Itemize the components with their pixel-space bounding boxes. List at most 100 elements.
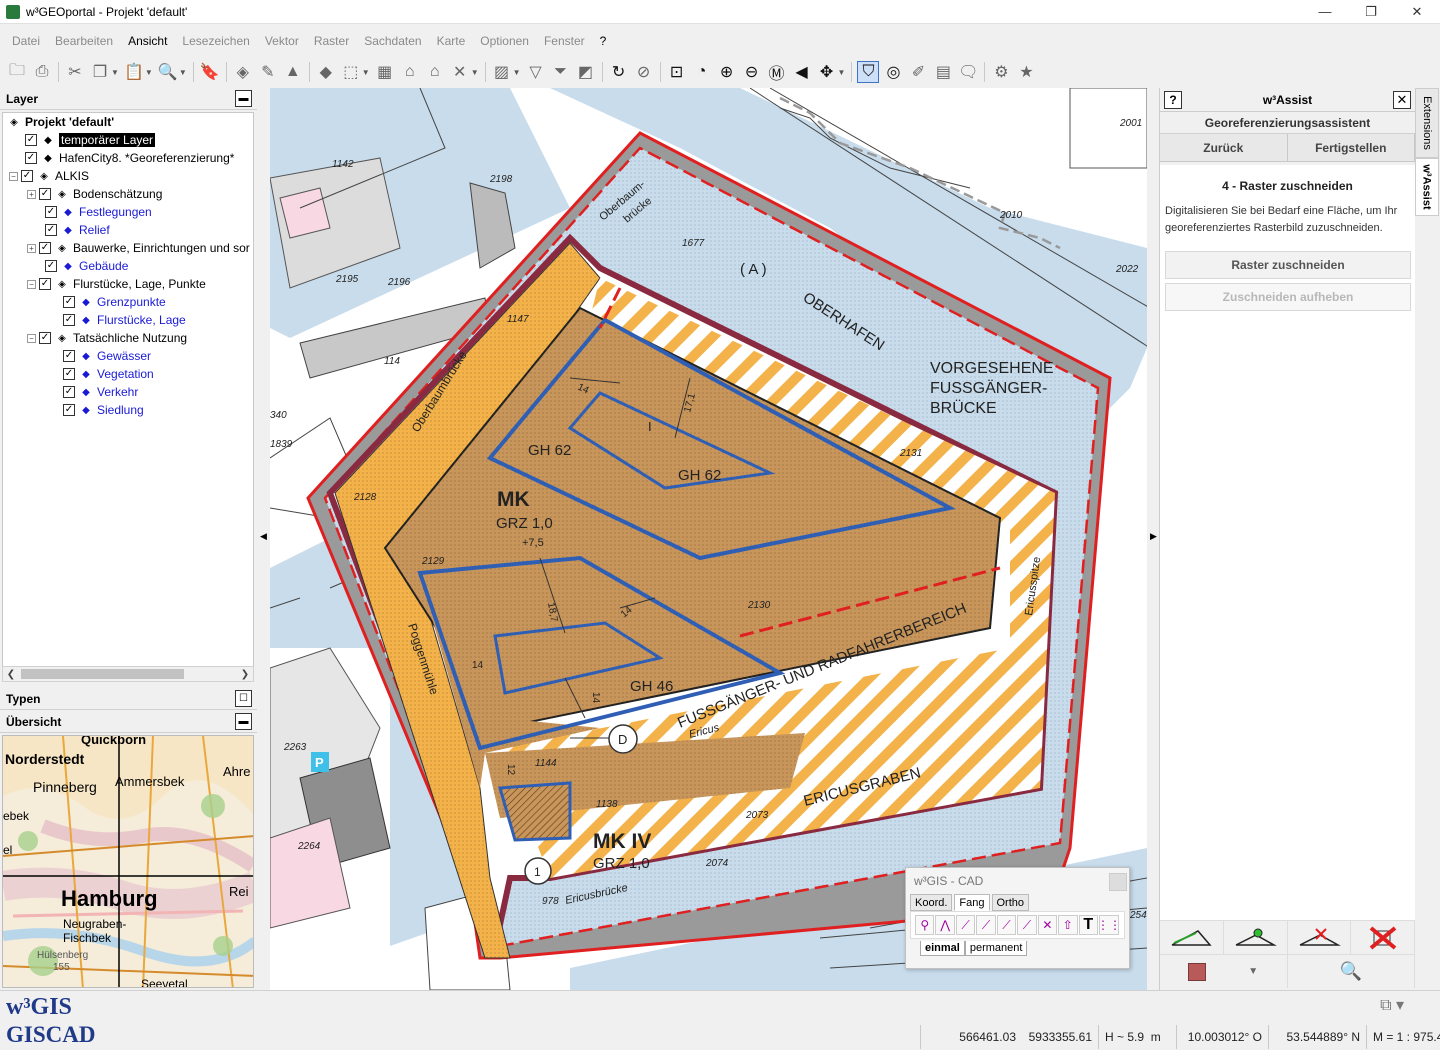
tree-row-grenzpunkte[interactable]: ✓ ◆ Grenzpunkte — [3, 293, 253, 311]
refresh-icon[interactable]: ↻ — [608, 61, 630, 83]
cad-tab-fang[interactable]: Fang — [954, 894, 990, 911]
close-button[interactable]: ✕ — [1394, 0, 1440, 24]
pen-icon[interactable]: ✎ — [257, 61, 279, 83]
cad-tab-ortho[interactable]: Ortho — [991, 894, 1030, 911]
fill-color-icon[interactable]: ▼ — [1160, 955, 1288, 988]
snap-vertex-icon[interactable]: ⋀ — [935, 915, 955, 935]
tree-row-gebaeude[interactable]: ✓ ◆ Gebäude — [3, 257, 253, 275]
edit-icon[interactable]: ✐ — [907, 61, 929, 83]
overview-map[interactable]: Quickborn Norderstedt Ammersbek Ahre Pin… — [2, 735, 254, 988]
snap-line-icon[interactable]: ⟋ — [955, 915, 976, 935]
expand-toggle[interactable]: + — [27, 189, 36, 199]
snap-point-icon[interactable]: ⚲ — [915, 915, 935, 935]
bookmark-icon[interactable]: 🔖 — [199, 61, 221, 83]
print-icon[interactable]: ⎙ — [31, 61, 53, 83]
tree-row-nutzung[interactable]: − ✓ ◈ Tatsächliche Nutzung — [3, 329, 253, 347]
snap-intersection-icon[interactable]: ✕ — [1037, 915, 1058, 935]
open-folder-icon[interactable]: 🗀 — [6, 61, 28, 83]
tree-row-bauwerke[interactable]: + ✓ ◈ Bauwerke, Einrichtungen und sor — [3, 239, 253, 257]
delete-vertex-icon[interactable] — [1288, 921, 1352, 954]
collapse-toggle[interactable]: − — [9, 171, 18, 181]
tab-extensions[interactable]: Extensions — [1415, 88, 1439, 158]
scroll-left-icon[interactable]: ❮ — [3, 669, 19, 680]
tree-row-festlegungen[interactable]: ✓ ◆ Festlegungen — [3, 203, 253, 221]
finish-button[interactable]: Fertigstellen — [1287, 134, 1415, 161]
zoom-full-icon[interactable]: ⊡ — [666, 61, 688, 83]
tree-row-flurstuecke-lage[interactable]: ✓ ◆ Flurstücke, Lage — [3, 311, 253, 329]
cad-tab-koord[interactable]: Koord. — [910, 894, 953, 911]
layer-checkbox[interactable]: ✓ — [63, 386, 75, 398]
comment-icon[interactable]: 🗨 — [957, 61, 979, 83]
point-icon[interactable]: ◆ — [315, 61, 337, 83]
cad-mode-permanent[interactable]: permanent — [964, 941, 1028, 956]
target-icon[interactable]: ◎ — [882, 61, 904, 83]
tree-row-temp-layer[interactable]: ✓ ◆ temporärer Layer — [3, 131, 253, 149]
undo-crop-button[interactable]: Zuschneiden aufheben — [1165, 283, 1411, 311]
paste-icon[interactable]: 📋 — [123, 61, 145, 83]
cut-icon[interactable]: ✂ — [64, 61, 86, 83]
snap-text-icon[interactable]: T — [1078, 915, 1098, 935]
settings-icon[interactable]: ⚙ — [990, 61, 1012, 83]
delete-select-icon[interactable]: ✕ — [449, 61, 471, 83]
hatch-icon[interactable]: ▨ — [491, 61, 513, 83]
tree-row-bodenschaetzung[interactable]: + ✓ ◈ Bodenschätzung — [3, 185, 253, 203]
collapse-toggle[interactable]: − — [27, 333, 36, 343]
snap-mid-icon[interactable]: ⟋ — [976, 915, 996, 935]
layer-checkbox[interactable]: ✓ — [39, 332, 51, 344]
menu-raster[interactable]: Raster — [306, 34, 356, 48]
chevron-down-icon[interactable]: ▼ — [1248, 966, 1258, 977]
tab-assist[interactable]: w³Assist — [1415, 158, 1439, 216]
left-splitter[interactable]: ◀ — [257, 88, 270, 990]
select-area-icon[interactable]: ⬚ — [340, 61, 362, 83]
edit-raster-icon[interactable]: ◩ — [575, 61, 597, 83]
cad-mode-einmal[interactable]: einmal — [920, 941, 965, 956]
layer-view-icon[interactable]: ◈ — [232, 61, 254, 83]
terrain-icon[interactable]: ▲ — [282, 61, 304, 83]
tree-row-vegetation[interactable]: ✓ ◆ Vegetation — [3, 365, 253, 383]
layer-checkbox[interactable]: ✓ — [63, 368, 75, 380]
window-layout-icon[interactable]: ⧉ ▾ — [1380, 995, 1404, 1015]
tree-row-project[interactable]: ◈ Projekt 'default' — [3, 113, 253, 131]
filter-icon[interactable]: ▽ — [525, 61, 547, 83]
right-splitter[interactable]: ▶ — [1147, 88, 1159, 990]
menu-optionen[interactable]: Optionen — [472, 34, 536, 48]
zoom-out-icon[interactable]: ⊖ — [741, 61, 763, 83]
table-icon[interactable]: ▤ — [932, 61, 954, 83]
scrollbar-thumb[interactable] — [21, 669, 184, 679]
snap-perp-icon[interactable]: ⟋ — [996, 915, 1017, 935]
zoom-back-icon[interactable]: ◀ — [791, 61, 813, 83]
menu-lesezeichen[interactable]: Lesezeichen — [174, 34, 256, 48]
tree-row-alkis[interactable]: − ✓ ◈ ALKIS — [3, 167, 253, 185]
layer-checkbox[interactable]: ✓ — [25, 152, 37, 164]
layer-checkbox[interactable]: ✓ — [45, 206, 57, 218]
map-canvas[interactable]: 1142 2198 2195 2196 114 340 1839 1147 21… — [270, 88, 1147, 990]
layer-checkbox[interactable]: ✓ — [63, 404, 75, 416]
delete-area-icon[interactable] — [1351, 921, 1415, 954]
building-icon[interactable]: ⌂ — [399, 61, 421, 83]
copy-icon[interactable]: ❐ — [89, 61, 111, 83]
menu-bearbeiten[interactable]: Bearbeiten — [47, 34, 120, 48]
layer-checkbox[interactable]: ✓ — [39, 242, 51, 254]
snap-up-icon[interactable]: ⇧ — [1058, 915, 1078, 935]
menu-help[interactable]: ? — [592, 34, 614, 48]
maximize-button[interactable]: ❐ — [1348, 0, 1394, 24]
layer-checkbox[interactable]: ✓ — [63, 314, 75, 326]
menu-ansicht[interactable]: Ansicht — [120, 34, 174, 48]
layer-checkbox[interactable]: ✓ — [25, 134, 37, 146]
menu-karte[interactable]: Karte — [429, 34, 473, 48]
crop-raster-button[interactable]: Raster zuschneiden — [1165, 251, 1411, 279]
collapse-left-icon[interactable]: ◀ — [257, 531, 270, 542]
menu-fenster[interactable]: Fenster — [536, 34, 592, 48]
buildings-icon[interactable]: ⌂ — [424, 61, 446, 83]
layer-checkbox[interactable]: ✓ — [21, 170, 33, 182]
grid-icon[interactable]: ▦ — [374, 61, 396, 83]
scroll-right-icon[interactable]: ❯ — [237, 669, 253, 680]
help-button[interactable]: ? — [1164, 91, 1182, 109]
tree-row-verkehr[interactable]: ✓ ◆ Verkehr — [3, 383, 253, 401]
zoom-window-icon[interactable]: ◔ — [691, 61, 713, 83]
menu-sachdaten[interactable]: Sachdaten — [356, 34, 428, 48]
snap-end-icon[interactable]: ⟋ — [1017, 915, 1037, 935]
restore-panel-button[interactable]: ☐ — [235, 690, 252, 707]
tree-row-relief[interactable]: ✓ ◆ Relief — [3, 221, 253, 239]
snap-grid-icon[interactable]: ⋮⋮ — [1097, 915, 1121, 935]
